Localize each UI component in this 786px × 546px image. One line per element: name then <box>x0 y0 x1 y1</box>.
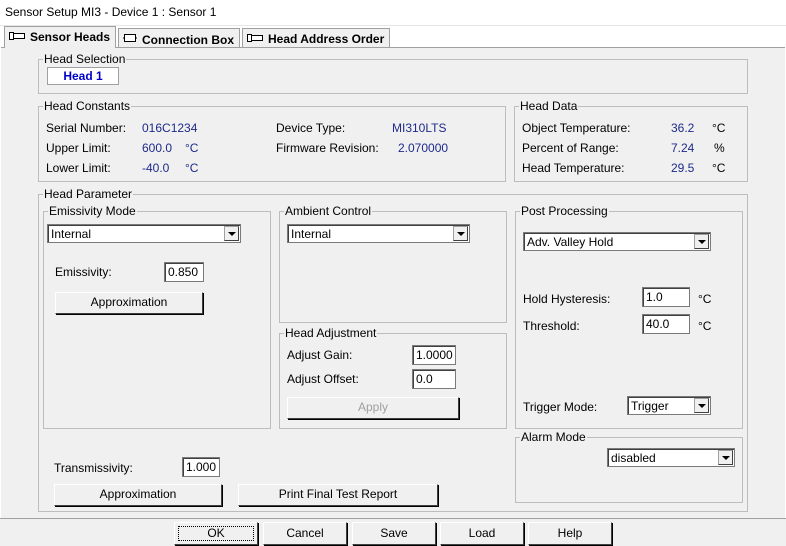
head-selection-group: Head Selection Head 1 <box>38 52 748 94</box>
tab-label: Sensor Heads <box>30 30 111 44</box>
alarm-mode-group: Alarm Mode disabled <box>515 430 743 503</box>
hold-hysteresis-label: Hold Hysteresis: <box>523 292 611 306</box>
head-data-group: Head Data Object Temperature: 36.2 °C Pe… <box>514 99 748 182</box>
cancel-button[interactable]: Cancel <box>263 522 347 545</box>
firmware-revision-value: 2.070000 <box>398 141 449 155</box>
lower-limit-unit: °C <box>185 161 199 175</box>
sensor-head-icon <box>9 30 25 44</box>
head-adjustment-group: Head Adjustment Adjust Gain: 1.0000 Adju… <box>279 326 507 429</box>
chevron-down-icon[interactable] <box>453 226 468 241</box>
tab-label: Connection Box <box>142 33 234 47</box>
tab-sensor-heads[interactable]: Sensor Heads <box>4 26 116 48</box>
alarm-mode-value: disabled <box>611 451 656 465</box>
threshold-field[interactable]: 40.0 <box>642 314 690 334</box>
percent-range-label: Percent of Range: <box>522 141 619 155</box>
threshold-unit: °C <box>698 319 712 333</box>
head-temperature-label: Head Temperature: <box>522 161 625 175</box>
emissivity-mode-select[interactable]: Internal <box>47 224 241 243</box>
emissivity-field[interactable]: 0.850 <box>164 262 204 282</box>
adjust-gain-field[interactable]: 1.0000 <box>412 345 456 365</box>
ambient-control-group: Ambient Control Internal <box>279 204 507 323</box>
tab-connection-box[interactable]: Connection Box <box>118 28 240 48</box>
emissivity-mode-value: Internal <box>51 227 92 241</box>
head-adjustment-legend: Head Adjustment <box>284 326 378 340</box>
head-temperature-unit: °C <box>712 161 726 175</box>
tab-strip: Sensor Heads Connection Box Head Address… <box>0 26 786 48</box>
title-bar: Sensor Setup MI3 - Device 1 : Sensor 1 <box>0 0 786 26</box>
hold-hysteresis-unit: °C <box>698 292 712 306</box>
trigger-mode-label: Trigger Mode: <box>523 400 598 414</box>
adjust-gain-label: Adjust Gain: <box>287 348 353 362</box>
hold-hysteresis-field[interactable]: 1.0 <box>642 287 690 307</box>
head-selection-legend: Head Selection <box>43 52 127 66</box>
head-data-legend: Head Data <box>519 99 579 113</box>
help-button[interactable]: Help <box>528 522 612 545</box>
head-constants-group: Head Constants Serial Number: 016C1234 U… <box>38 99 506 182</box>
load-button[interactable]: Load <box>440 522 524 545</box>
percent-range-unit: % <box>714 141 725 155</box>
object-temperature-unit: °C <box>712 121 726 135</box>
chevron-down-icon[interactable] <box>694 398 709 413</box>
emissivity-label: Emissivity: <box>55 265 112 279</box>
print-final-test-report-button[interactable]: Print Final Test Report <box>238 484 438 506</box>
lower-limit-label: Lower Limit: <box>46 161 111 175</box>
chevron-down-icon[interactable] <box>694 234 709 249</box>
alarm-mode-select[interactable]: disabled <box>607 448 735 467</box>
transmissivity-field[interactable]: 1.000 <box>182 457 220 477</box>
window-title: Sensor Setup MI3 - Device 1 : Sensor 1 <box>5 5 217 19</box>
upper-limit-label: Upper Limit: <box>46 141 111 155</box>
emissivity-mode-group: Emissivity Mode Internal Emissivity: 0.8… <box>43 204 271 429</box>
device-type-value: MI310LTS <box>392 121 447 135</box>
chevron-down-icon[interactable] <box>224 226 239 241</box>
upper-limit-unit: °C <box>185 141 199 155</box>
head-address-icon <box>247 32 263 46</box>
firmware-revision-label: Firmware Revision: <box>276 141 379 155</box>
apply-button[interactable]: Apply <box>287 397 459 419</box>
emissivity-mode-legend: Emissivity Mode <box>48 204 137 218</box>
transmissivity-label: Transmissivity: <box>54 461 133 475</box>
tab-label: Head Address Order <box>268 32 385 46</box>
post-processing-select[interactable]: Adv. Valley Hold <box>523 232 711 251</box>
serial-number-label: Serial Number: <box>46 121 127 135</box>
post-processing-group: Post Processing Adv. Valley Hold Hold Hy… <box>515 204 743 429</box>
object-temperature-label: Object Temperature: <box>522 121 631 135</box>
percent-range-value: 7.24 <box>671 141 695 155</box>
adjust-offset-field[interactable]: 0.0 <box>412 369 456 389</box>
chevron-down-icon[interactable] <box>718 450 733 465</box>
post-processing-legend: Post Processing <box>520 204 609 218</box>
serial-number-value: 016C1234 <box>142 121 198 135</box>
lower-limit-value: -40.0 <box>142 161 170 175</box>
post-processing-value: Adv. Valley Hold <box>527 235 614 249</box>
trigger-mode-select[interactable]: Trigger <box>627 396 711 415</box>
trigger-mode-value: Trigger <box>631 399 669 413</box>
tab-head-address-order[interactable]: Head Address Order <box>242 28 390 48</box>
ambient-control-legend: Ambient Control <box>284 204 373 218</box>
device-type-label: Device Type: <box>276 121 346 135</box>
connection-box-icon <box>123 32 137 47</box>
threshold-label: Threshold: <box>523 319 580 333</box>
save-button[interactable]: Save <box>352 522 436 545</box>
head-selector[interactable]: Head 1 <box>47 67 119 85</box>
object-temperature-value: 36.2 <box>671 121 695 135</box>
alarm-mode-legend: Alarm Mode <box>520 430 587 444</box>
head-parameter-legend: Head Parameter <box>43 187 134 201</box>
upper-limit-value: 600.0 <box>142 141 173 155</box>
transmissivity-approximation-button[interactable]: Approximation <box>54 484 222 506</box>
head-constants-legend: Head Constants <box>43 99 132 113</box>
tab-panel-sensor-heads: Head Selection Head 1 Head Constants Ser… <box>1 47 785 518</box>
head-temperature-value: 29.5 <box>671 161 695 175</box>
dialog-button-bar: OK Cancel Save Load Help <box>0 518 786 546</box>
ok-button[interactable]: OK <box>174 522 258 545</box>
emissivity-approximation-button[interactable]: Approximation <box>55 292 203 314</box>
head-parameter-group: Head Parameter Emissivity Mode Internal … <box>38 187 748 512</box>
adjust-offset-label: Adjust Offset: <box>287 372 359 386</box>
ambient-control-select[interactable]: Internal <box>287 224 470 243</box>
ambient-control-value: Internal <box>291 227 332 241</box>
